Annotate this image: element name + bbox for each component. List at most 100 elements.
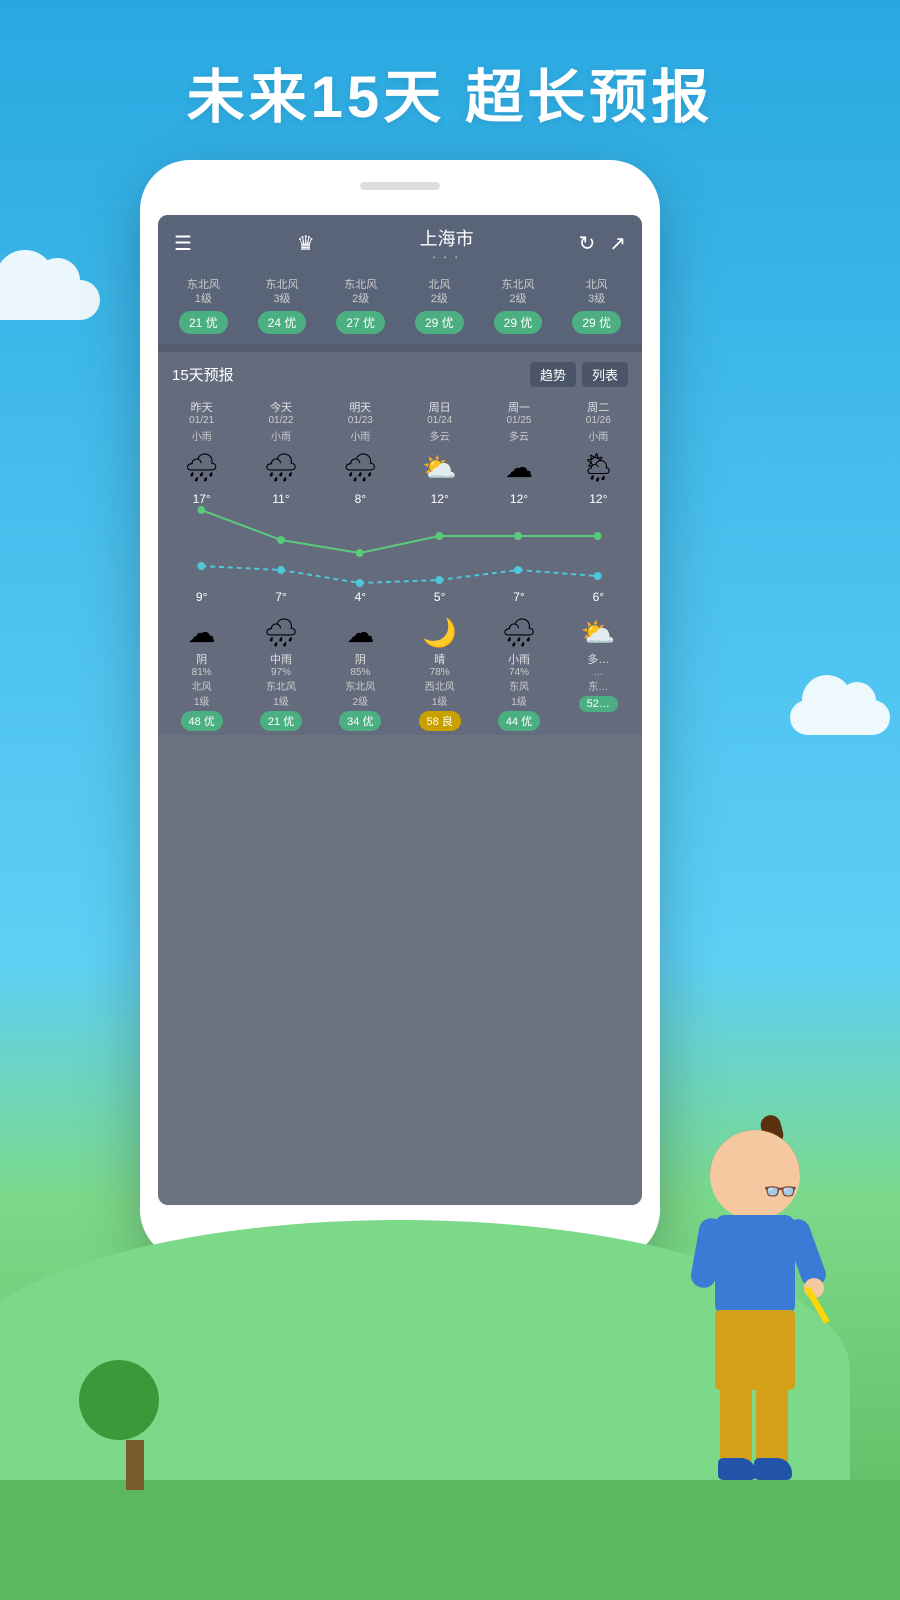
tree-top (79, 1360, 159, 1440)
menu-icon[interactable]: ☰ (174, 231, 192, 256)
day-weather-2: 小雨 (321, 428, 400, 443)
weather-icon-5: 🌦 (559, 451, 638, 484)
cloud-left (0, 280, 100, 320)
bottom-wind-5: 东… (559, 678, 638, 693)
bottom-percent-4: 74% (479, 667, 558, 678)
day-weather-4: 多云 (479, 428, 558, 443)
tree (110, 1360, 159, 1490)
wind-4: 北风2级 (402, 278, 477, 307)
bottom-icon-1: 🌧 (241, 616, 320, 649)
bottom-name-3: 晴 (400, 651, 479, 667)
char-shoe-left (718, 1458, 756, 1480)
bottom-percent-1: 97% (241, 667, 320, 678)
day-weather-1: 小雨 (241, 428, 320, 443)
aqi-col-6: 北风3级 29 优 (559, 278, 634, 334)
day-col-5: 周二 01/26 小雨 (559, 401, 638, 443)
phone-screen: ☰ ♛ 上海市 • • • ↻ ↗ 东北风1级 21 优 东北风3级 24 优 … (158, 215, 642, 1205)
aqi-col-4: 北风2级 29 优 (402, 278, 477, 334)
tab-trend[interactable]: 趋势 (530, 362, 576, 387)
tab-list[interactable]: 列表 (582, 362, 628, 387)
bottom-name-1: 中雨 (241, 651, 320, 667)
forecast-title: 15天预报 (172, 364, 234, 385)
temp-chart: 17° 11° 8° 12° 12° 12° 9° 7° 4° 5° 7° 6° (162, 488, 638, 608)
aqi-badge-3: 27 优 (336, 311, 385, 334)
weather-icon-2: 🌧 (321, 451, 400, 484)
day-date-4: 01/25 (479, 415, 558, 426)
temp-chart-svg (162, 488, 638, 608)
bottom-icons-row: ☁ 🌧 ☁ 🌙 🌧 ⛅ (158, 608, 642, 651)
wind-5: 东北风2级 (481, 278, 556, 307)
character: 👓 (640, 1130, 840, 1510)
bottom-badge-1: 21 优 (260, 711, 302, 731)
day-col-3: 周日 01/24 多云 (400, 401, 479, 443)
aqi-row: 东北风1级 21 优 东北风3级 24 优 东北风2级 27 优 北风2级 29… (158, 272, 642, 344)
char-leg-left (720, 1385, 752, 1465)
aqi-badge-6: 29 优 (572, 311, 621, 334)
day-name-0: 昨天 (162, 401, 241, 415)
refresh-icon[interactable]: ↻ (578, 231, 595, 256)
aqi-col-3: 东北风2级 27 优 (323, 278, 398, 334)
phone-frame: ☰ ♛ 上海市 • • • ↻ ↗ 东北风1级 21 优 东北风3级 24 优 … (140, 160, 660, 1260)
char-glasses: 👓 (763, 1175, 798, 1208)
day-col-1: 今天 01/22 小雨 (241, 401, 320, 443)
bottom-wind-4: 东风1级 (479, 678, 558, 708)
bottom-wind-1: 东北风1级 (241, 678, 320, 708)
day-weather-5: 小雨 (559, 428, 638, 443)
bottom-badge-0: 48 优 (181, 711, 223, 731)
bottom-percent-2: 85% (321, 667, 400, 678)
bottom-badge-5: 52… (579, 696, 618, 712)
forecast-section: 15天预报 趋势 列表 昨天 01/21 小雨 今天 01/22 小雨 (158, 352, 642, 735)
day-date-1: 01/22 (241, 415, 320, 426)
day-weather-3: 多云 (400, 428, 479, 443)
wind-6: 北风3级 (559, 278, 634, 307)
day-name-1: 今天 (241, 401, 320, 415)
bottom-badge-2: 34 优 (339, 711, 381, 731)
wind-2: 东北风3级 (245, 278, 320, 307)
tree-trunk (126, 1440, 144, 1490)
weather-icons-row-top: 🌧 🌧 🌧 ⛅ ☁ 🌦 (158, 447, 642, 488)
bottom-info-5: 多… … 东… 52… (559, 651, 638, 731)
forecast-tabs: 趋势 列表 (530, 362, 628, 387)
char-pants (715, 1310, 795, 1390)
bottom-icon-2: ☁ (321, 616, 400, 649)
bottom-name-4: 小雨 (479, 651, 558, 667)
weather-icon-1: 🌧 (241, 451, 320, 484)
phone-speaker (360, 182, 440, 190)
headline: 未来15天 超长预报 (0, 50, 900, 134)
bottom-name-5: 多… (559, 651, 638, 667)
aqi-badge-1: 21 优 (179, 311, 228, 334)
bottom-wind-3: 西北风1级 (400, 678, 479, 708)
char-body (715, 1215, 795, 1315)
day-date-2: 01/23 (321, 415, 400, 426)
day-date-5: 01/26 (559, 415, 638, 426)
bottom-name-0: 阴 (162, 651, 241, 667)
aqi-badge-4: 29 优 (415, 311, 464, 334)
bottom-icon-3: 🌙 (400, 616, 479, 649)
aqi-badge-5: 29 优 (494, 311, 543, 334)
bottom-icon-5: ⛅ (559, 616, 638, 649)
forecast-header: 15天预报 趋势 列表 (158, 352, 642, 395)
city-title: 上海市 (420, 225, 474, 251)
days-row: 昨天 01/21 小雨 今天 01/22 小雨 明天 01/23 小雨 周日 0… (158, 395, 642, 447)
bottom-percent-5: … (559, 667, 638, 678)
aqi-col-5: 东北风2级 29 优 (481, 278, 556, 334)
header-bar: ☰ ♛ 上海市 • • • ↻ ↗ (158, 215, 642, 272)
day-weather-0: 小雨 (162, 428, 241, 443)
wind-3: 东北风2级 (323, 278, 398, 307)
char-leg-right (756, 1385, 788, 1465)
bottom-percent-3: 78% (400, 667, 479, 678)
share-icon[interactable]: ↗ (609, 231, 626, 256)
bottom-icon-0: ☁ (162, 616, 241, 649)
wind-1: 东北风1级 (166, 278, 241, 307)
aqi-col-1: 东北风1级 21 优 (166, 278, 241, 334)
bottom-info-row: 阴 81% 北风1级 48 优 中雨 97% 东北风1级 21 优 阴 85% … (158, 651, 642, 735)
weather-icon-3: ⛅ (400, 451, 479, 484)
aqi-col-2: 东北风3级 24 优 (245, 278, 320, 334)
bottom-info-2: 阴 85% 东北风2级 34 优 (321, 651, 400, 731)
day-name-3: 周日 (400, 401, 479, 415)
day-date-3: 01/24 (400, 415, 479, 426)
weather-icon-4: ☁ (479, 451, 558, 484)
crown-icon[interactable]: ♛ (297, 231, 315, 256)
bottom-wind-0: 北风1级 (162, 678, 241, 708)
aqi-badge-2: 24 优 (258, 311, 307, 334)
